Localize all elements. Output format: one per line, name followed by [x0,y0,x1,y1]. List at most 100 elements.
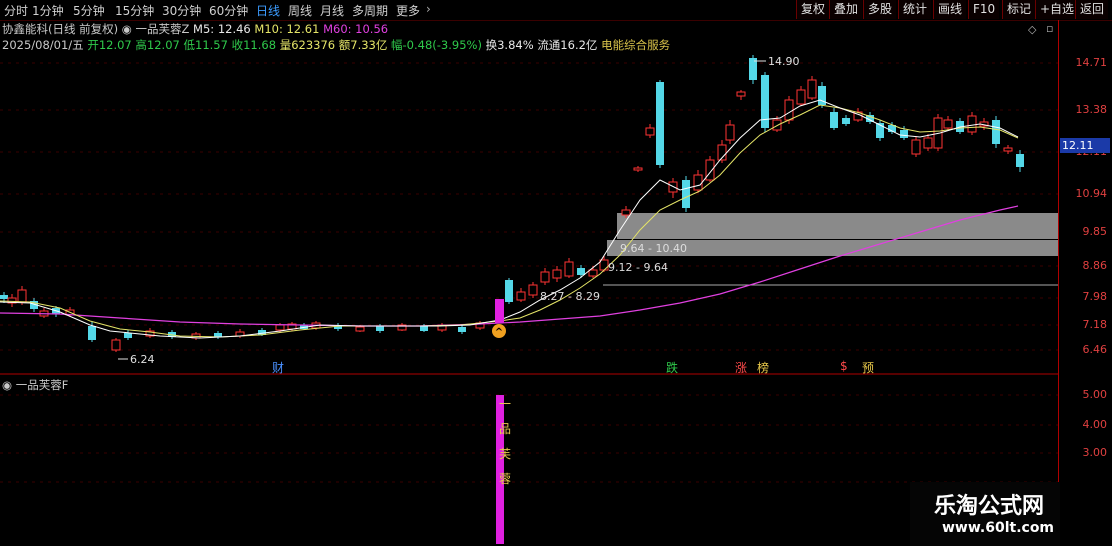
zone2-label: 9.12 - 9.64 [608,261,668,274]
candle-body [633,167,643,171]
subaxis-label: 5.00 [1082,388,1108,401]
candle-body [900,130,908,138]
candle-body [736,91,746,97]
vertical-label-4: 蓉 [498,472,511,486]
candle-body [943,119,953,129]
event-zhang[interactable]: 涨 [735,359,747,376]
zone3-label: 8.27 - 8.29 [540,290,600,303]
candle-body [552,269,562,279]
back-button[interactable]: 返回 [1075,0,1109,19]
candle-body [772,119,782,131]
fuquan-button[interactable]: 复权 [796,0,830,19]
candle-body [577,268,585,275]
period-tab-5min[interactable]: 5分钟 [73,2,105,19]
candle-body [540,271,550,283]
high-marker: 14.90 [768,55,800,68]
period-tab-30min[interactable]: 30分钟 [162,2,201,19]
grid-lines [0,62,1058,483]
candle-body [784,99,794,121]
axis-label: 9.85 [1082,225,1108,238]
candle-body [124,333,132,338]
axis-label: 7.18 [1082,318,1108,331]
vertical-label-1: 一 [498,397,511,411]
candle-body [621,209,631,216]
multi-stock-button[interactable]: 多股 [863,0,897,19]
subpanel-indicator-name[interactable]: 一品芙蓉F [16,378,69,392]
draw-line-button[interactable]: 画线 [933,0,967,19]
event-yu[interactable]: 预 [862,359,874,376]
axis-label: 14.71 [1075,56,1108,69]
period-tab-1min[interactable]: 1分钟 [32,2,64,19]
period-tab-multi[interactable]: 多周期 [352,2,388,19]
subpanel-title: ◉ 一品芙蓉F [2,377,68,393]
candle-body [705,159,715,181]
buy-signal-bar [495,299,504,323]
candle-body [505,280,513,302]
subaxis-label: 4.00 [1082,418,1108,431]
period-tab-more[interactable]: 更多 [396,2,420,19]
vertical-label-2: 品 [498,422,511,436]
axis-label: 13.38 [1075,103,1108,116]
candle-body [967,115,977,133]
candle-body [458,327,466,332]
period-tab-fenshi[interactable]: 分时 [4,2,28,19]
candle-body [528,284,538,296]
period-tab-daily[interactable]: 日线 [256,2,280,19]
period-tab-weekly[interactable]: 周线 [288,2,312,19]
period-tab-monthly[interactable]: 月线 [320,2,344,19]
candle-body [376,326,384,331]
more-chevron-icon[interactable]: › [426,2,431,16]
candle-body [275,324,285,331]
watermark-title: 乐淘公式网 [934,493,1045,519]
candle-body [645,127,655,136]
kline-chart[interactable]: 14.90 6.24 9.64 - 10.40 9.12 - 9.64 8.27… [0,20,1058,546]
axis-label: 7.98 [1082,290,1108,303]
candle-body [564,261,574,277]
event-dollar[interactable]: $ [840,359,848,373]
candle-body [796,89,806,105]
resistance-zone-upper [617,213,1058,239]
vertical-label-3: 芙 [498,447,511,461]
candle-body [516,291,526,301]
candle-body [656,82,664,165]
subaxis-label: 3.00 [1082,446,1108,459]
candle-body [923,137,933,149]
period-tab-15min[interactable]: 15分钟 [115,2,154,19]
candle-body [420,326,428,331]
candle-body [682,180,690,208]
zone1-label: 9.64 - 10.40 [620,242,687,255]
candle-body [0,295,8,299]
event-bang[interactable]: 榜 [757,359,769,376]
candle-body [111,339,121,351]
candle-body [911,139,921,155]
subpanel-collapse-icon[interactable]: ◉ [2,378,12,392]
candle-body [588,269,598,277]
event-cai[interactable]: 财 [272,359,284,376]
low-marker: 6.24 [130,353,155,366]
candle-body [599,259,609,271]
f10-button[interactable]: F10 [968,0,1000,19]
axis-label: 8.86 [1082,259,1108,272]
axis-label: 6.46 [1082,343,1108,356]
period-tab-60min[interactable]: 60分钟 [209,2,248,19]
candle-body [725,124,735,141]
candle-body [830,112,838,128]
candlesticks [0,55,1024,352]
watermark-url: www.60lt.com [942,520,1055,536]
mark-button[interactable]: 标记 [1002,0,1036,19]
candle-body [1016,154,1024,167]
event-die[interactable]: 跌 [666,359,678,376]
add-watchlist-button[interactable]: +自选 [1035,0,1079,19]
statistics-button[interactable]: 统计 [898,0,932,19]
price-axis: 14.71 13.38 12.11 10.94 9.85 8.86 7.98 7… [1058,20,1112,546]
candle-body [88,326,96,340]
candle-body [1003,147,1013,152]
candle-body [693,174,703,191]
candle-body [355,326,365,332]
candle-body [17,289,27,303]
current-price-tag: 12.11 [1060,138,1110,153]
axis-label: 10.94 [1075,187,1108,200]
overlay-button[interactable]: 叠加 [829,0,863,19]
buy-signal-chevron-icon: ^ [495,327,503,338]
candle-body [842,118,850,124]
